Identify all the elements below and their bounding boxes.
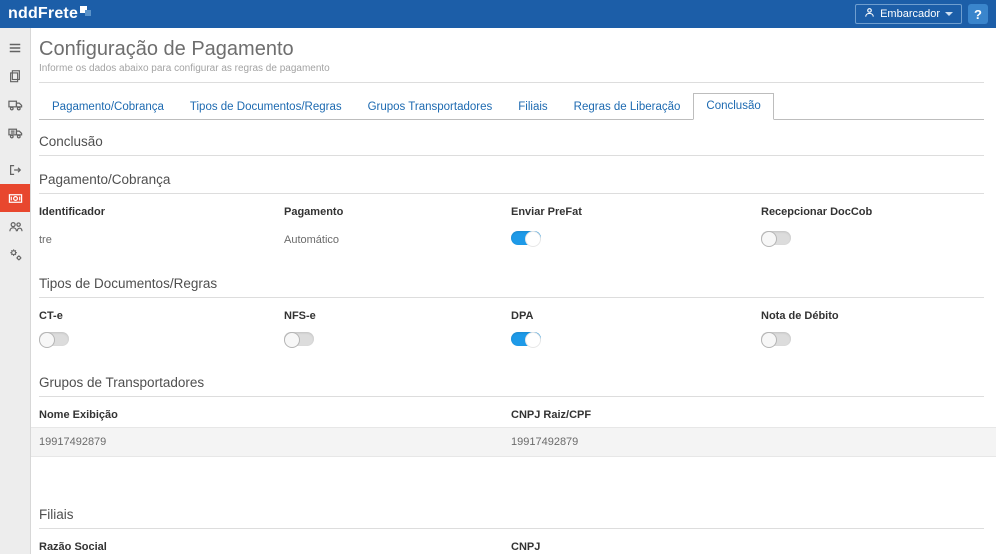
section-title-tipos: Tipos de Documentos/Regras — [39, 276, 984, 291]
identificador-value: tre — [39, 228, 284, 252]
grupo-nome-exibicao-value: 19917492879 — [39, 436, 511, 448]
divider — [39, 297, 984, 298]
truck-icon[interactable] — [0, 90, 30, 118]
column-header-razao-social: Razão Social — [39, 535, 511, 554]
column-header-recepcionar-doccob: Recepcionar DocCob — [761, 200, 984, 224]
divider — [39, 528, 984, 529]
settings-gears-icon[interactable] — [0, 240, 30, 268]
topbar-actions: Embarcador ? — [855, 4, 996, 24]
column-header-cnpj-raiz-cpf: CNPJ Raiz/CPF — [511, 403, 984, 427]
column-header-cnpj: CNPJ — [511, 535, 984, 554]
page-subtitle: Informe os dados abaixo para configurar … — [39, 63, 984, 74]
divider — [39, 396, 984, 397]
app-window: nddFrete Embarcador ? — [0, 0, 996, 554]
page-title: Configuração de Pagamento — [39, 38, 984, 61]
column-header-nota-debito: Nota de Débito — [761, 304, 984, 328]
help-button[interactable]: ? — [968, 4, 988, 24]
tab-filiais[interactable]: Filiais — [505, 94, 560, 120]
section-title-conclusao: Conclusão — [39, 134, 984, 149]
sidebar — [0, 28, 31, 554]
column-header-identificador: Identificador — [39, 200, 284, 224]
column-header-nfse: NFS-e — [284, 304, 511, 328]
section-title-pagamento: Pagamento/Cobrança — [39, 172, 984, 187]
user-menu-label: Embarcador — [880, 8, 940, 20]
nota-debito-toggle[interactable] — [761, 332, 791, 346]
tab-pagamento-cobranca[interactable]: Pagamento/Cobrança — [39, 94, 177, 120]
nfse-toggle[interactable] — [284, 332, 314, 346]
section-spacer — [39, 457, 984, 491]
menu-icon[interactable] — [0, 34, 30, 62]
column-header-dpa: DPA — [511, 304, 761, 328]
column-header-nome-exibicao: Nome Exibição — [39, 403, 511, 427]
user-icon — [864, 7, 875, 21]
enviar-prefat-toggle[interactable] — [511, 231, 541, 245]
top-bar: nddFrete Embarcador ? — [0, 0, 996, 28]
dpa-toggle[interactable] — [511, 332, 541, 346]
users-group-icon[interactable] — [0, 212, 30, 240]
divider — [39, 82, 984, 83]
section-title-grupos: Grupos de Transportadores — [39, 375, 984, 390]
brand-logo-icon — [80, 6, 92, 18]
column-header-cte: CT-e — [39, 304, 284, 328]
carrier-truck-icon[interactable] — [0, 118, 30, 146]
main-content: Configuração de Pagamento Informe os dad… — [31, 28, 996, 554]
column-header-pagamento: Pagamento — [284, 200, 511, 224]
tab-tipos-documentos-regras[interactable]: Tipos de Documentos/Regras — [177, 94, 355, 120]
pagamento-data-row: tre Automático — [39, 224, 984, 260]
payment-config-icon[interactable] — [0, 184, 30, 212]
pagamento-header-row: Identificador Pagamento Enviar PreFat Re… — [39, 200, 984, 224]
grupos-table-row: 19917492879 19917492879 — [31, 427, 996, 457]
divider — [39, 155, 984, 156]
cte-toggle[interactable] — [39, 332, 69, 346]
export-icon[interactable] — [0, 156, 30, 184]
user-menu-button[interactable]: Embarcador — [855, 4, 962, 24]
column-header-enviar-prefat: Enviar PreFat — [511, 200, 761, 224]
tipos-toggles-row — [39, 328, 984, 359]
documents-icon[interactable] — [0, 62, 30, 90]
grupos-header-row: Nome Exibição CNPJ Raiz/CPF — [39, 403, 984, 427]
tab-bar: Pagamento/Cobrança Tipos de Documentos/R… — [39, 93, 984, 120]
tab-regras-liberacao[interactable]: Regras de Liberação — [561, 94, 694, 120]
section-title-filiais: Filiais — [39, 507, 984, 522]
tipos-header-row: CT-e NFS-e DPA Nota de Débito — [39, 304, 984, 328]
app-logo: nddFrete — [0, 5, 92, 23]
divider — [39, 193, 984, 194]
tab-conclusao[interactable]: Conclusão — [693, 93, 773, 120]
recepcionar-doccob-toggle[interactable] — [761, 231, 791, 245]
tab-grupos-transportadores[interactable]: Grupos Transportadores — [355, 94, 506, 120]
brand-name: nddFrete — [8, 5, 78, 23]
chevron-down-icon — [945, 12, 953, 16]
filiais-header-row: Razão Social CNPJ — [39, 535, 984, 554]
pagamento-value: Automático — [284, 228, 511, 252]
grupo-cnpj-value: 19917492879 — [511, 436, 984, 448]
